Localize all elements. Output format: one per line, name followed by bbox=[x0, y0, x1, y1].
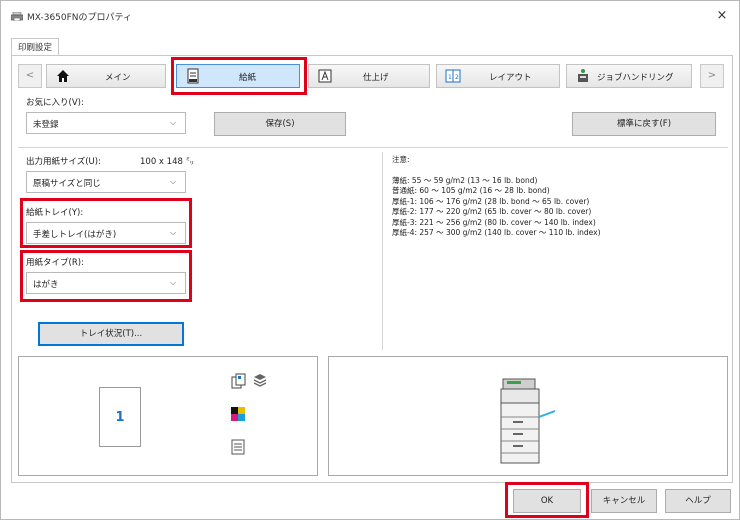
copies-icon bbox=[231, 373, 246, 389]
window-title: MX-3650FNのプロパティ bbox=[27, 13, 133, 23]
paper-type-select[interactable]: はがき ⌵ bbox=[26, 272, 186, 294]
output-size-label: 出力用紙サイズ(U): bbox=[26, 157, 101, 167]
paper-tray-label: 給紙トレイ(Y): bbox=[26, 208, 84, 218]
page-number: 1 bbox=[115, 410, 125, 425]
tab-paper-source[interactable]: 給紙 bbox=[176, 64, 300, 88]
tab-layout-label: レイアウト bbox=[489, 73, 532, 83]
paper-tray-select[interactable]: 手差しトレイ(はがき) ⌵ bbox=[26, 222, 186, 244]
home-icon bbox=[57, 70, 69, 82]
tab-main-label: メイン bbox=[105, 73, 131, 83]
tab-layout[interactable]: 1 2 レイアウト bbox=[436, 64, 560, 88]
tab-main[interactable]: メイン bbox=[46, 64, 166, 88]
chevron-down-icon: ⌵ bbox=[170, 278, 177, 287]
divider bbox=[18, 147, 728, 148]
printer-icon bbox=[11, 12, 23, 21]
settings-panel: < メイン 給紙 仕上げ 1 2 レイアウト ジョブハンドリング > お気に入り… bbox=[11, 55, 733, 483]
layout-icon: 1 2 bbox=[445, 69, 461, 83]
paper-type-value: はがき bbox=[33, 280, 59, 290]
divider bbox=[382, 152, 383, 350]
ok-button[interactable]: OK bbox=[513, 489, 581, 513]
tab-finishing[interactable]: 仕上げ bbox=[308, 64, 430, 88]
properties-window: MX-3650FNのプロパティ × 印刷設定 < メイン 給紙 仕上げ 1 2 … bbox=[0, 0, 740, 520]
svg-text:2: 2 bbox=[455, 74, 459, 81]
output-size-value: 原稿サイズと同じ bbox=[33, 179, 101, 189]
job-handling-icon bbox=[578, 69, 588, 82]
tab-print-settings[interactable]: 印刷設定 bbox=[11, 38, 60, 55]
help-button[interactable]: ヘルプ bbox=[665, 489, 731, 513]
stack-icon bbox=[253, 374, 267, 387]
restore-defaults-button[interactable]: 標準に戻す(F) bbox=[572, 112, 716, 136]
tab-paper-source-label: 給紙 bbox=[239, 73, 257, 83]
notes-line: 薄紙: 55 ～ 59 g/m2 (13 ～ 16 lb. bond) bbox=[392, 175, 538, 185]
output-size-dimensions: 100 x 148 ㍉ bbox=[140, 157, 195, 167]
cancel-button[interactable]: キャンセル bbox=[591, 489, 657, 513]
svg-text:1: 1 bbox=[448, 74, 452, 81]
tab-finishing-label: 仕上げ bbox=[363, 73, 389, 83]
notes-section: 注意: 薄紙: 55 ～ 59 g/m2 (13 ～ 16 lb. bond) … bbox=[392, 155, 712, 239]
nav-prev-button[interactable]: < bbox=[18, 64, 42, 88]
favorites-value: 未登録 bbox=[33, 120, 59, 130]
tab-job-handling-label: ジョブハンドリング bbox=[597, 73, 674, 83]
notes-line: 厚紙-1: 106 ～ 176 g/m2 (28 lb. bond ～ 65 l… bbox=[392, 196, 590, 206]
paper-tray-icon bbox=[187, 68, 199, 84]
document-icon bbox=[231, 439, 245, 455]
notes-line: 厚紙-3: 221 ～ 256 g/m2 (80 lb. cover ～ 140… bbox=[392, 217, 596, 227]
output-size-select[interactable]: 原稿サイズと同じ ⌵ bbox=[26, 171, 186, 193]
tray-status-button[interactable]: トレイ状況(T)... bbox=[38, 322, 184, 346]
nav-next-button[interactable]: > bbox=[700, 64, 724, 88]
color-mode-icon bbox=[231, 407, 245, 421]
title-bar: MX-3650FNのプロパティ × bbox=[1, 1, 740, 31]
notes-line: 厚紙-2: 177 ～ 220 g/m2 (65 lb. cover ～ 80 … bbox=[392, 207, 592, 216]
paper-type-label: 用紙タイプ(R): bbox=[26, 258, 84, 268]
page-thumbnail: 1 bbox=[99, 387, 141, 447]
favorites-select[interactable]: 未登録 ⌵ bbox=[26, 112, 186, 134]
page-preview-panel: 1 bbox=[18, 356, 318, 476]
chevron-down-icon: ⌵ bbox=[170, 177, 177, 186]
printer-preview-panel bbox=[328, 356, 728, 476]
printer-image bbox=[500, 378, 556, 464]
close-button[interactable]: × bbox=[709, 5, 735, 27]
chevron-down-icon: ⌵ bbox=[170, 118, 177, 127]
notes-line: 厚紙-4: 257 ～ 300 g/m2 (140 lb. cover ～ 11… bbox=[392, 228, 601, 237]
notes-title: 注意: bbox=[392, 155, 410, 164]
paper-tray-value: 手差しトレイ(はがき) bbox=[33, 230, 117, 240]
tab-job-handling[interactable]: ジョブハンドリング bbox=[566, 64, 692, 88]
finishing-icon bbox=[318, 69, 332, 83]
chevron-down-icon: ⌵ bbox=[170, 228, 177, 237]
favorites-label: お気に入り(V): bbox=[26, 98, 84, 108]
notes-line: 普通紙: 60 ～ 105 g/m2 (16 ～ 28 lb. bond) bbox=[392, 186, 550, 195]
save-button[interactable]: 保存(S) bbox=[214, 112, 346, 136]
